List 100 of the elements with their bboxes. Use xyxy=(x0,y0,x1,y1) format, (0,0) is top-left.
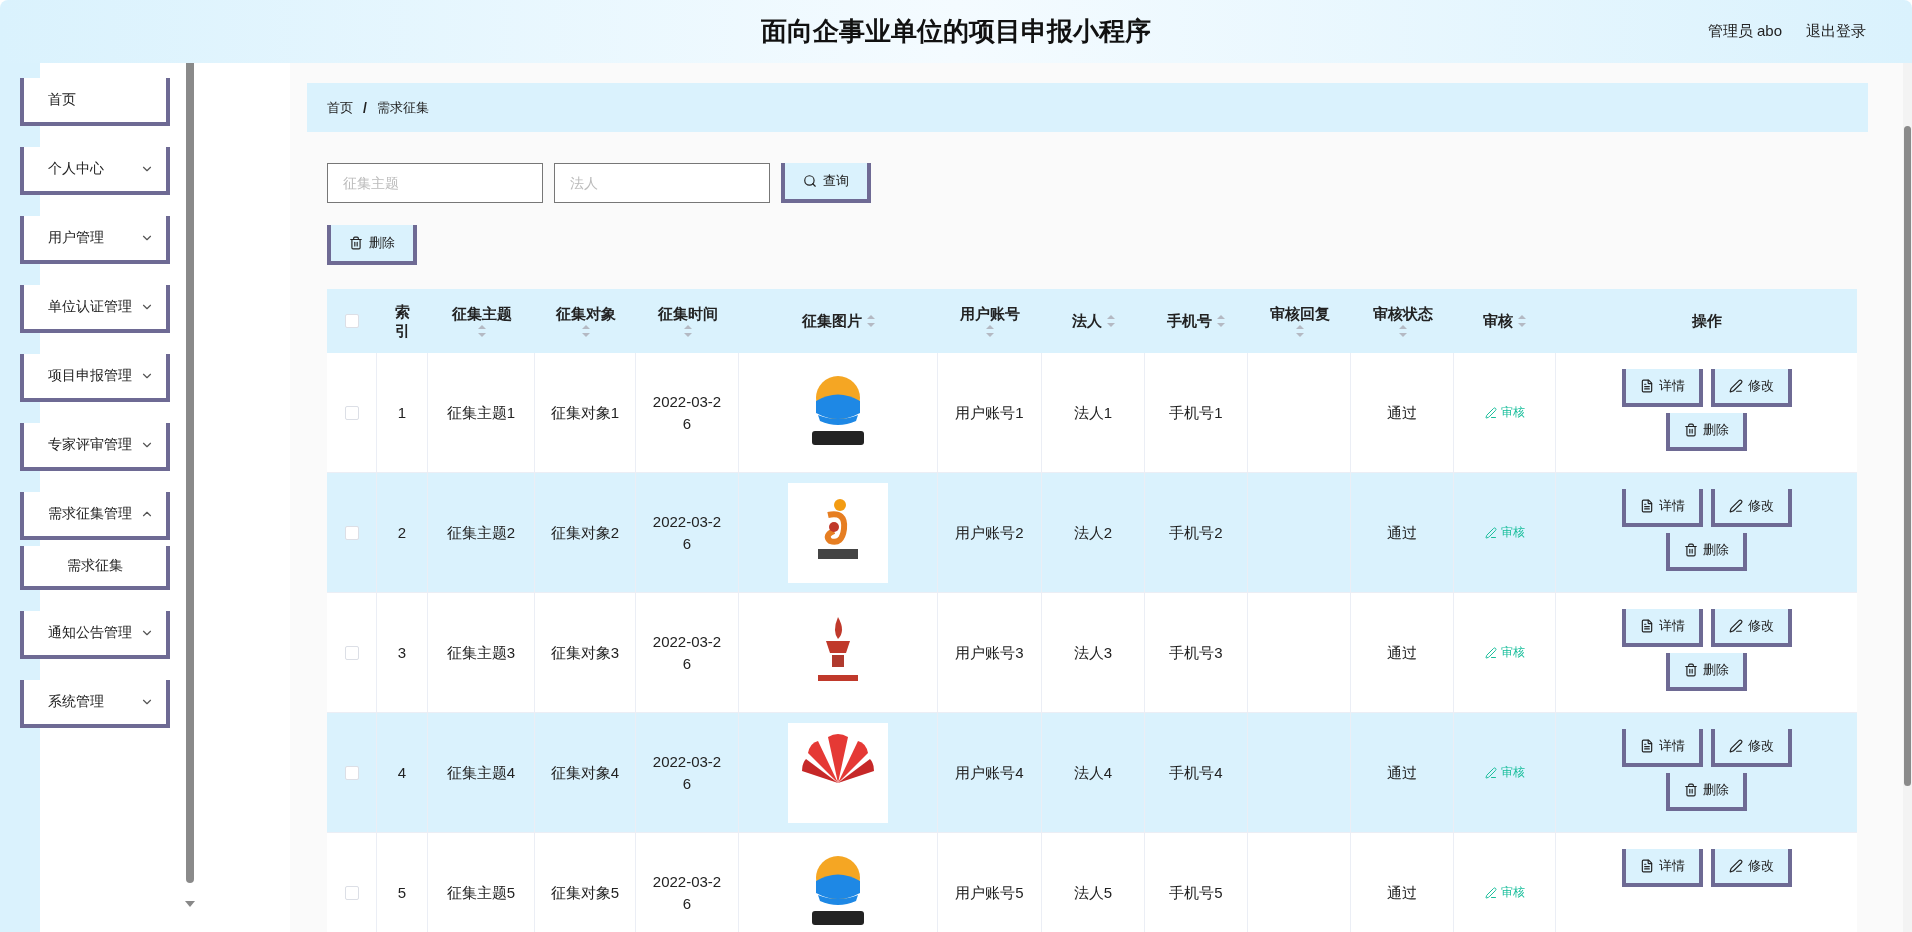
table-cell-text: 通过 xyxy=(1387,882,1417,903)
row-checkbox[interactable] xyxy=(344,765,359,780)
sidebar-item[interactable]: 专家评审管理 xyxy=(20,423,170,471)
edit-button[interactable]: 修改 xyxy=(1710,609,1792,647)
table-cell-text: 手机号5 xyxy=(1169,882,1223,903)
table-cell-text: 通过 xyxy=(1387,522,1417,543)
column-header: 手机号 xyxy=(1167,311,1212,331)
logout-link[interactable]: 退出登录 xyxy=(1806,22,1866,41)
sidebar-subitem[interactable]: 需求征集 xyxy=(20,546,170,590)
edit-button[interactable]: 修改 xyxy=(1710,849,1792,887)
table-cell-text: 法人3 xyxy=(1073,642,1113,663)
detail-button[interactable]: 详情 xyxy=(1621,489,1703,527)
table-cell-text: 征集对象1 xyxy=(550,402,620,423)
table-cell-text: 5 xyxy=(397,882,407,903)
table-cell-text: 法人1 xyxy=(1073,402,1113,423)
sidebar-item[interactable]: 首页 xyxy=(20,78,170,126)
column-header: 审核状态 xyxy=(1372,304,1433,324)
table-cell-text: 4 xyxy=(397,762,407,783)
sort-icon[interactable] xyxy=(1105,314,1116,328)
edit-button[interactable]: 修改 xyxy=(1710,369,1792,407)
sidebar-item[interactable]: 用户管理 xyxy=(20,216,170,264)
table-cell-text: 2022-03-26 xyxy=(651,511,723,554)
row-checkbox[interactable] xyxy=(344,405,359,420)
sort-icon[interactable] xyxy=(1216,314,1226,328)
table-cell-text: 法人5 xyxy=(1073,882,1113,903)
trash-icon xyxy=(349,236,363,250)
sort-icon[interactable] xyxy=(580,323,591,338)
detail-button[interactable]: 详情 xyxy=(1621,369,1703,407)
pen-icon xyxy=(1484,526,1497,539)
delete-button[interactable]: 删除 xyxy=(1666,413,1747,451)
table-cell-text: 手机号1 xyxy=(1169,402,1223,423)
scrollbar-thumb[interactable] xyxy=(1904,126,1911,786)
sidebar-item[interactable]: 需求征集管理 xyxy=(20,492,170,540)
sidebar-item[interactable]: 项目申报管理 xyxy=(20,354,170,402)
sort-icon[interactable] xyxy=(1294,323,1305,338)
table-cell-text: 征集主题4 xyxy=(446,762,516,783)
document-icon xyxy=(1639,379,1654,393)
delete-button[interactable]: 删除 xyxy=(1666,653,1747,691)
table-cell-text: 通过 xyxy=(1387,762,1417,783)
table-cell-text: 用户账号5 xyxy=(955,882,1024,903)
app-title: 面向企事业单位的项目申报小程序 xyxy=(761,15,1151,48)
edit-button[interactable]: 修改 xyxy=(1710,489,1792,527)
document-icon xyxy=(1639,739,1654,753)
row-checkbox[interactable] xyxy=(344,645,359,660)
breadcrumb-item[interactable]: 首页 xyxy=(327,98,353,117)
trash-icon xyxy=(1684,543,1698,557)
table-cell-text: 2022-03-26 xyxy=(651,391,723,434)
scrollbar-thumb[interactable] xyxy=(186,63,194,883)
delete-button[interactable]: 删除 xyxy=(327,225,417,265)
sidebar-item[interactable]: 系统管理 xyxy=(20,680,170,728)
edit-button[interactable]: 修改 xyxy=(1710,729,1792,767)
table-cell-text: 2022-03-26 xyxy=(651,631,723,674)
detail-button[interactable]: 详情 xyxy=(1621,609,1703,647)
table-cell-text: 1 xyxy=(397,402,407,423)
table-cell-text: 用户账号1 xyxy=(955,402,1024,423)
table-cell-text: 征集主题1 xyxy=(446,402,516,423)
table-cell-text: 征集对象3 xyxy=(550,642,620,663)
table-cell-text: 手机号4 xyxy=(1169,762,1223,783)
sort-icon[interactable] xyxy=(1517,314,1527,328)
delete-button[interactable]: 删除 xyxy=(1666,533,1747,571)
table-cell-text: 通过 xyxy=(1387,402,1417,423)
table-cell-text: 3 xyxy=(397,642,407,663)
table-cell-text: 手机号2 xyxy=(1169,522,1223,543)
pen-icon xyxy=(1728,739,1743,753)
column-header: 审核回复 xyxy=(1269,304,1330,324)
table-cell-text: 征集主题3 xyxy=(446,642,516,663)
delete-button[interactable]: 删除 xyxy=(1666,773,1747,811)
select-all-checkbox[interactable] xyxy=(345,314,359,328)
column-header: 审核 xyxy=(1483,311,1513,331)
table-cell-text: 2022-03-26 xyxy=(651,871,723,914)
pen-icon xyxy=(1728,499,1743,513)
search-field[interactable]: 征集主题 xyxy=(327,163,543,203)
sort-icon[interactable] xyxy=(865,314,876,328)
table-cell-text: 征集对象4 xyxy=(550,762,620,783)
table-cell-text: 用户账号3 xyxy=(955,642,1024,663)
search-button[interactable]: 查询 xyxy=(781,163,871,203)
table-cell-text: 法人2 xyxy=(1073,522,1113,543)
sort-icon[interactable] xyxy=(682,323,693,338)
pen-icon xyxy=(1728,379,1743,393)
pen-icon xyxy=(1484,406,1497,419)
detail-button[interactable]: 详情 xyxy=(1621,729,1703,767)
sidebar-item[interactable]: 个人中心 xyxy=(20,147,170,195)
pen-icon xyxy=(1484,886,1497,899)
detail-button[interactable]: 详情 xyxy=(1621,849,1703,887)
pen-icon xyxy=(1728,619,1743,633)
column-header: 法人 xyxy=(1071,311,1102,331)
sidebar-item[interactable]: 单位认证管理 xyxy=(20,285,170,333)
search-field[interactable]: 法人 xyxy=(554,163,770,203)
table-cell-text: 征集主题5 xyxy=(446,882,516,903)
row-checkbox[interactable] xyxy=(344,885,359,900)
trash-icon xyxy=(1684,423,1698,437)
trash-icon xyxy=(1684,663,1698,677)
sort-icon[interactable] xyxy=(985,323,995,338)
sort-icon[interactable] xyxy=(1397,323,1408,338)
pen-icon xyxy=(1728,859,1743,873)
sort-icon[interactable] xyxy=(476,323,487,338)
sidebar-item[interactable]: 通知公告管理 xyxy=(20,611,170,659)
column-header: 征集时间 xyxy=(657,304,718,324)
pen-icon xyxy=(1484,766,1497,779)
row-checkbox[interactable] xyxy=(344,525,359,540)
